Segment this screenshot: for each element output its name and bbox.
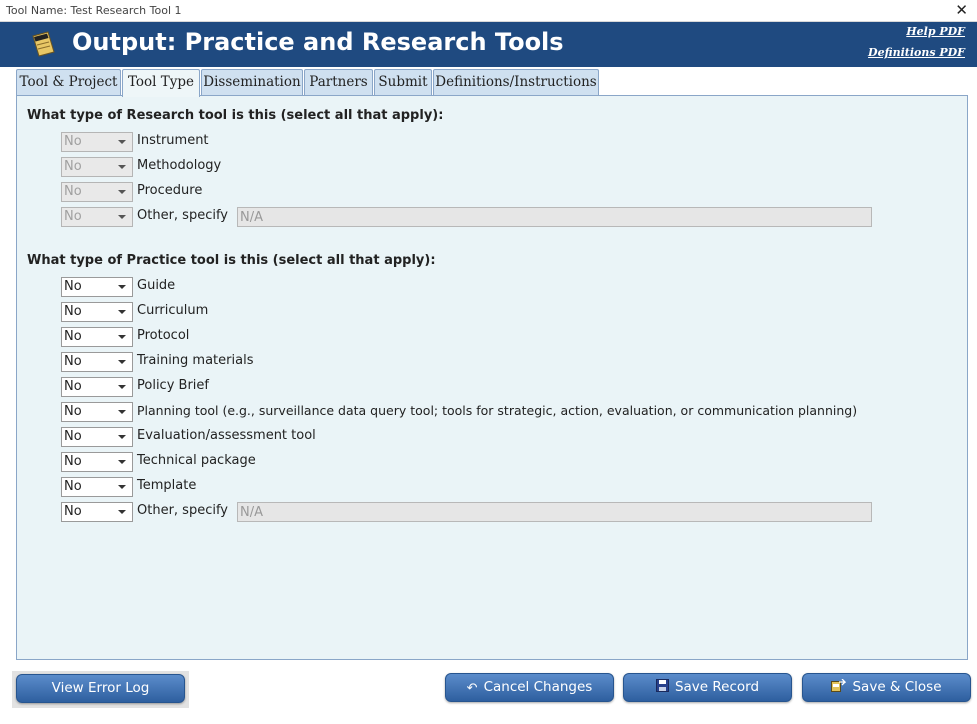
chevron-down-icon[interactable]	[112, 133, 132, 151]
chevron-down-icon[interactable]	[112, 208, 132, 226]
practice-training-materials-select[interactable]: No	[61, 352, 133, 372]
chevron-down-icon[interactable]	[112, 378, 132, 396]
cancel-changes-label: Cancel Changes	[483, 679, 593, 695]
tab-definitions-instructions[interactable]: Definitions/Instructions	[433, 69, 599, 96]
practice-evaluation-tool-select[interactable]: No	[61, 427, 133, 447]
research-row-other: No Other, specify N/A	[61, 207, 881, 227]
research-heading: What type of Research tool is this (sele…	[27, 108, 444, 123]
practice-policy-brief-select[interactable]: No	[61, 377, 133, 397]
practice-guide-select[interactable]: No	[61, 277, 133, 297]
practice-other-select[interactable]: No	[61, 502, 133, 522]
help-pdf-link[interactable]: Help PDF	[906, 25, 965, 38]
tab-submit[interactable]: Submit	[374, 69, 432, 96]
research-methodology-select[interactable]: No	[61, 157, 133, 177]
practice-row-other: No Other, specify N/A	[61, 502, 881, 522]
practice-template-label: Template	[137, 478, 197, 493]
practice-heading: What type of Practice tool is this (sele…	[27, 253, 436, 268]
tool-type-panel: What type of Research tool is this (sele…	[16, 95, 968, 660]
chevron-down-icon[interactable]	[112, 328, 132, 346]
chevron-down-icon[interactable]	[112, 503, 132, 521]
window-titlebar: Tool Name: Test Research Tool 1 ✕	[0, 0, 977, 22]
research-instrument-select[interactable]: No	[61, 132, 133, 152]
save-record-label: Save Record	[674, 679, 760, 695]
undo-icon: ↶	[466, 681, 478, 696]
practice-training-materials-label: Training materials	[137, 353, 254, 368]
chevron-down-icon[interactable]	[112, 353, 132, 371]
page-header: Output: Practice and Research Tools Help…	[0, 22, 977, 67]
floppy-disk-icon	[655, 679, 669, 692]
tab-tool-type[interactable]: Tool Type	[122, 69, 200, 97]
research-procedure-label: Procedure	[137, 183, 203, 198]
close-icon[interactable]: ✕	[955, 1, 968, 19]
research-other-specify-field[interactable]: N/A	[237, 207, 872, 227]
chevron-down-icon[interactable]	[112, 428, 132, 446]
chevron-down-icon[interactable]	[112, 453, 132, 471]
view-error-log-label: View Error Log	[51, 680, 150, 696]
save-close-button[interactable]: Save & Close	[802, 673, 971, 702]
research-other-label: Other, specify	[137, 208, 228, 223]
view-error-log-button[interactable]: View Error Log	[16, 674, 185, 703]
research-methodology-label: Methodology	[137, 158, 222, 173]
practice-curriculum-label: Curriculum	[137, 303, 209, 318]
chevron-down-icon[interactable]	[112, 303, 132, 321]
page-title: Output: Practice and Research Tools	[72, 28, 564, 56]
save-close-label: Save & Close	[852, 679, 942, 695]
chevron-down-icon[interactable]	[112, 158, 132, 176]
tab-partners[interactable]: Partners	[304, 69, 373, 96]
practice-guide-label: Guide	[137, 278, 176, 293]
tab-tool-project[interactable]: Tool & Project	[16, 69, 121, 96]
window-title: Tool Name: Test Research Tool 1	[6, 4, 182, 17]
chevron-down-icon[interactable]	[112, 183, 132, 201]
practice-evaluation-tool-label: Evaluation/assessment tool	[137, 428, 316, 443]
practice-technical-package-select[interactable]: No	[61, 452, 133, 472]
save-record-button[interactable]: Save Record	[623, 673, 792, 702]
cancel-changes-button[interactable]: ↶ Cancel Changes	[445, 673, 614, 702]
research-instrument-label: Instrument	[137, 133, 209, 148]
practice-curriculum-select[interactable]: No	[61, 302, 133, 322]
chevron-down-icon[interactable]	[112, 403, 132, 421]
practice-template-select[interactable]: No	[61, 477, 133, 497]
research-procedure-select[interactable]: No	[61, 182, 133, 202]
practice-technical-package-label: Technical package	[137, 453, 256, 468]
practice-protocol-select[interactable]: No	[61, 327, 133, 347]
definitions-pdf-link[interactable]: Definitions PDF	[868, 46, 965, 59]
chevron-down-icon[interactable]	[112, 278, 132, 296]
notepad-icon	[32, 31, 55, 57]
practice-planning-tool-select[interactable]: No	[61, 402, 133, 422]
tab-dissemination[interactable]: Dissemination	[201, 69, 303, 96]
save-close-icon	[831, 679, 847, 692]
practice-policy-brief-label: Policy Brief	[137, 378, 209, 393]
practice-planning-tool-label: Planning tool (e.g., surveillance data q…	[137, 403, 858, 418]
practice-other-label: Other, specify	[137, 503, 228, 518]
practice-other-specify-field[interactable]: N/A	[237, 502, 872, 522]
research-other-select[interactable]: No	[61, 207, 133, 227]
practice-protocol-label: Protocol	[137, 328, 190, 343]
chevron-down-icon[interactable]	[112, 478, 132, 496]
